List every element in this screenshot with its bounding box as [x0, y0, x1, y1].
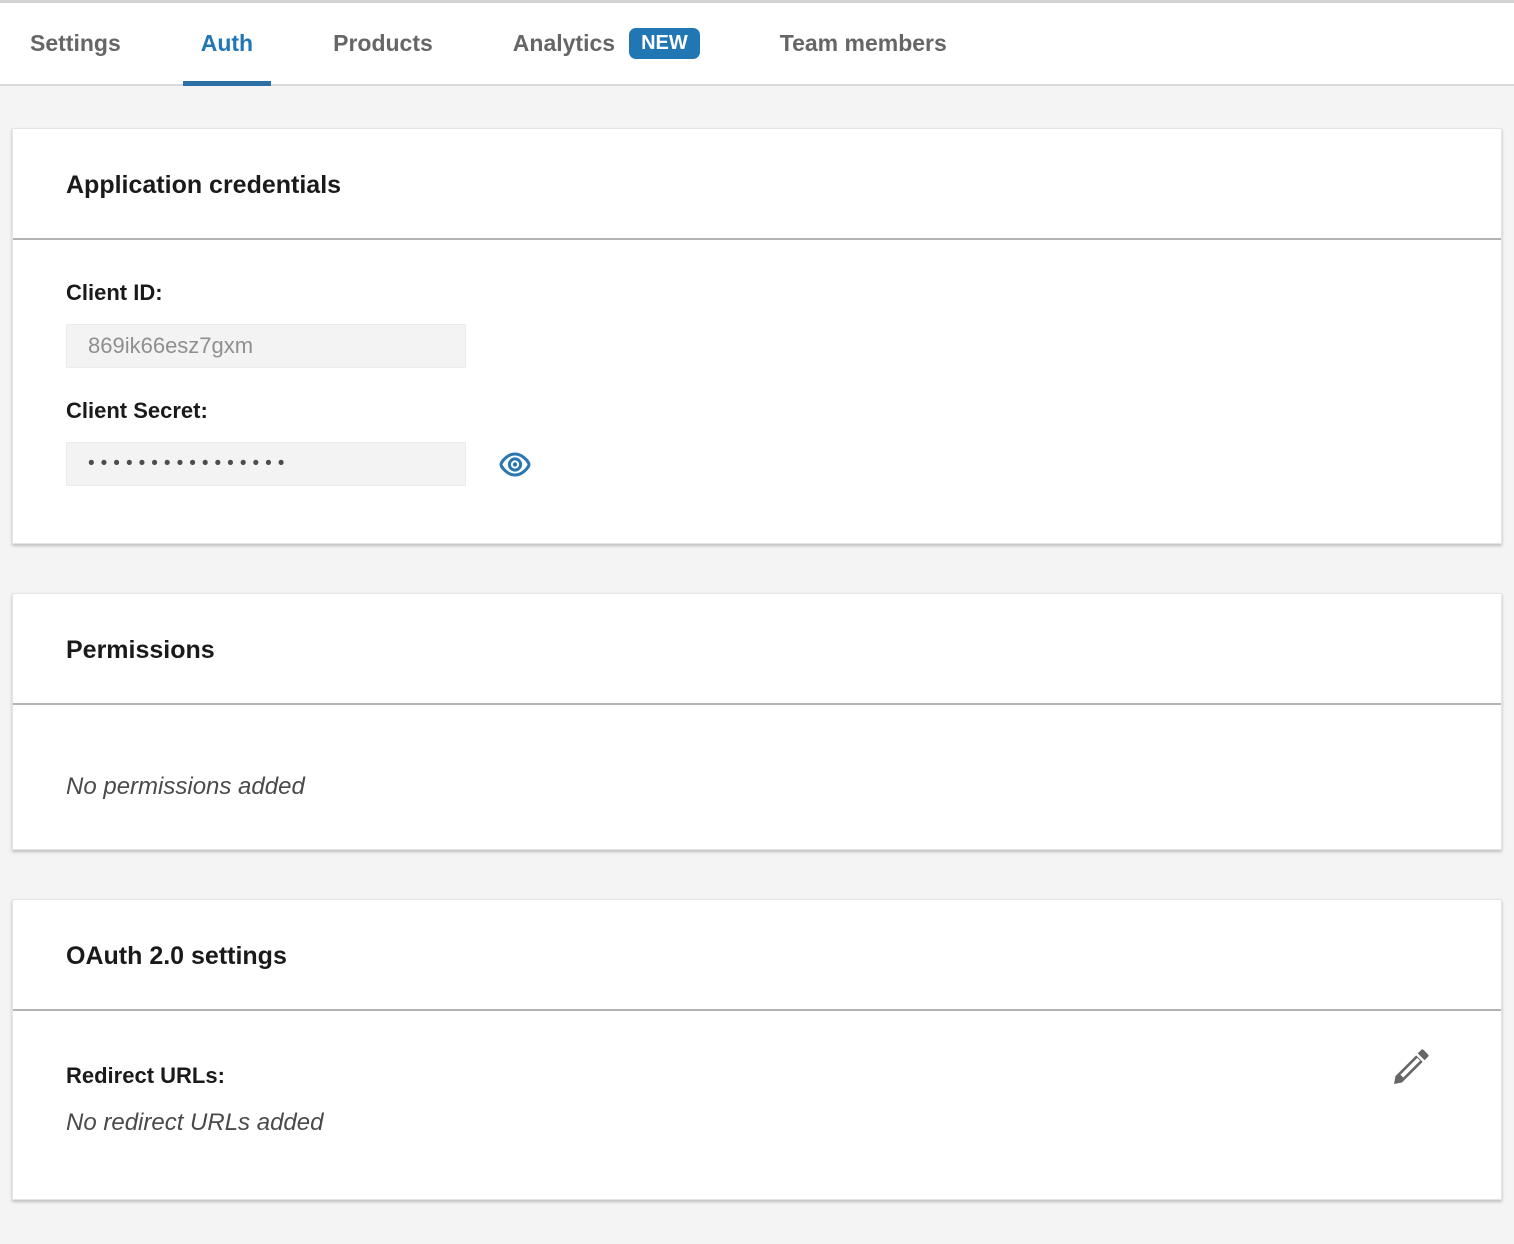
reveal-secret-button[interactable]: [499, 450, 531, 478]
tab-products[interactable]: Products: [315, 3, 451, 84]
permissions-title: Permissions: [66, 636, 215, 664]
permissions-card: Permissions No permissions added: [12, 593, 1502, 850]
redirect-urls-empty-text: No redirect URLs added: [66, 1109, 323, 1136]
client-id-label: Client ID:: [66, 280, 1501, 306]
client-secret-label: Client Secret:: [66, 398, 1501, 424]
oauth-settings-header: OAuth 2.0 settings: [13, 900, 1501, 1011]
eye-icon: [499, 451, 531, 478]
application-credentials-body: Client ID: 869ik66esz7gxm Client Secret:…: [13, 240, 1501, 543]
client-secret-masked-value: ••••••••••••••••: [66, 442, 466, 486]
tab-auth[interactable]: Auth: [183, 3, 271, 84]
permissions-header: Permissions: [13, 594, 1501, 705]
pencil-icon: [1390, 1044, 1434, 1088]
client-id-value: 869ik66esz7gxm: [66, 324, 466, 368]
oauth-settings-card: OAuth 2.0 settings Redirect URLs: No red…: [12, 899, 1502, 1200]
main-content: Application credentials Client ID: 869ik…: [0, 86, 1514, 1200]
oauth-settings-title: OAuth 2.0 settings: [66, 942, 287, 970]
tab-products-label: Products: [333, 30, 433, 57]
tab-analytics-label: Analytics: [513, 30, 615, 57]
application-credentials-header: Application credentials: [13, 129, 1501, 240]
tab-bar: Settings Auth Products Analytics NEW Tea…: [0, 0, 1514, 86]
active-tab-underline: [183, 81, 271, 86]
tab-settings-label: Settings: [30, 30, 121, 57]
application-credentials-title: Application credentials: [66, 171, 341, 199]
permissions-body: No permissions added: [13, 705, 1501, 849]
redirect-urls-label: Redirect URLs:: [66, 1063, 1501, 1089]
tab-auth-label: Auth: [201, 30, 253, 57]
application-credentials-card: Application credentials Client ID: 869ik…: [12, 128, 1502, 544]
tab-analytics[interactable]: Analytics NEW: [495, 3, 718, 84]
tab-settings[interactable]: Settings: [12, 3, 139, 84]
client-secret-row: ••••••••••••••••: [66, 442, 1501, 486]
permissions-empty-text: No permissions added: [66, 773, 305, 800]
oauth-settings-body: Redirect URLs: No redirect URLs added: [13, 1011, 1501, 1199]
tab-team-members[interactable]: Team members: [762, 3, 965, 84]
new-badge: NEW: [629, 28, 700, 59]
tab-team-members-label: Team members: [780, 30, 947, 57]
edit-redirect-urls-button[interactable]: [1389, 1043, 1435, 1089]
